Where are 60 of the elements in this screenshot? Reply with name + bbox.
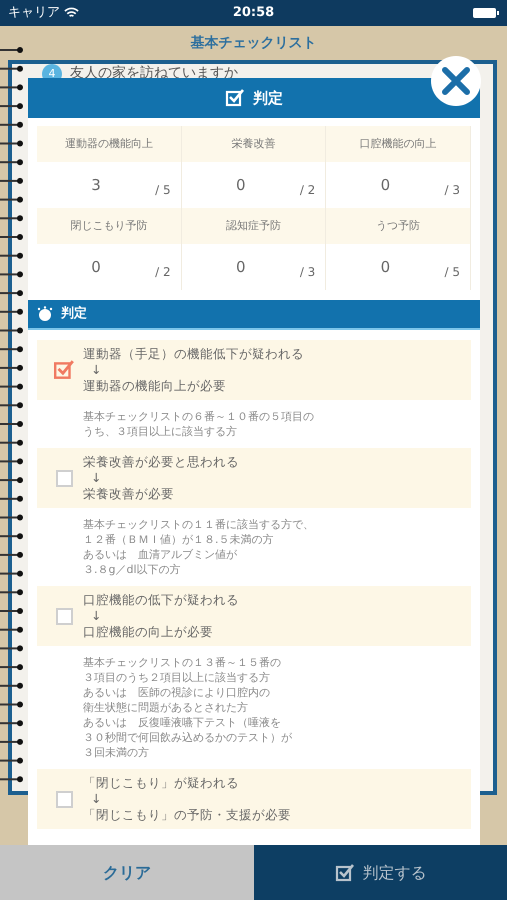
down-arrow: ↓ (90, 608, 102, 624)
score-max: / 3 (444, 182, 461, 199)
score-max: / 5 (155, 182, 172, 199)
criteria-text: うち、３項目以上に該当する方 (83, 424, 237, 439)
criteria-text: 衛生状態に問題があるとされた方 (83, 700, 248, 715)
checkbox-checked[interactable] (53, 359, 75, 381)
battery-icon (473, 7, 500, 19)
criteria-text: 基本チェックリストの６番～１０番の５項目の (83, 409, 314, 424)
criteria-text: ３項目のうち２項目以上に該当する方 (83, 670, 270, 685)
finding-text: 運動器（手足）の機能低下が疑われる (83, 346, 304, 362)
need-text: 口腔機能の向上が必要 (83, 624, 214, 640)
criteria-text: あるいは 反復唾液嚥下テスト（唾液を (83, 715, 281, 730)
checkmark-icon (334, 862, 354, 882)
checkbox[interactable] (56, 608, 72, 624)
score-max: / 3 (300, 264, 316, 281)
criteria-text: あるいは 医師の視診により口腔内の (83, 685, 270, 700)
score-value: 0 (90, 256, 102, 278)
alarm-clock-icon (37, 306, 53, 322)
carrier-text: キャリア (8, 4, 60, 22)
down-arrow: ↓ (90, 791, 102, 807)
score-value: 0 (234, 174, 247, 196)
down-arrow: ↓ (90, 362, 102, 378)
checkbox[interactable] (56, 470, 72, 486)
finding-text: 口腔機能の低下が疑われる (83, 592, 239, 608)
criteria-text: ３.８g／dl以下の方 (83, 562, 181, 577)
clock-text: 20:58 (232, 4, 274, 22)
score-value: 0 (380, 256, 392, 278)
score-label: 口腔機能の向上 (360, 136, 437, 152)
criteria-text: １２番（ＢＭＩ値）が１８.５未満の方 (83, 532, 274, 547)
score-value: 0 (234, 256, 247, 278)
score-value: 0 (380, 174, 392, 196)
checkbox[interactable] (56, 790, 72, 808)
finding-text: 「閉じこもり」が疑われる (83, 775, 240, 791)
need-text: 栄養改善が必要 (83, 486, 175, 502)
need-text: 運動器の機能向上が必要 (83, 378, 227, 394)
score-max: / 2 (155, 264, 172, 281)
score-max: / 2 (300, 182, 316, 199)
need-text: 「閉じこもり」の予防・支援が必要 (83, 807, 291, 823)
score-label: 栄養改善 (231, 136, 276, 152)
clear-button[interactable]: クリア (0, 845, 254, 900)
section-title: 判定 (61, 304, 87, 324)
dialog-title: 判定 (253, 88, 283, 109)
score-label: 閉じこもり予防 (70, 218, 148, 234)
finding-text: 栄養改善が必要と思われる (83, 454, 239, 470)
score-value: 3 (90, 174, 102, 196)
down-arrow: ↓ (90, 470, 102, 486)
checkmark-icon (225, 88, 245, 108)
score-label: うつ予防 (376, 218, 420, 234)
criteria-text: 基本チェックリストの１１番に該当する方で、 (83, 517, 314, 532)
criteria-text: ３０秒間で何回飲み込めるかのテスト）が (83, 730, 292, 745)
wifi-icon (64, 7, 79, 19)
criteria-text: ３回未満の方 (83, 745, 149, 760)
score-label: 運動器の機能向上 (64, 136, 153, 152)
close-icon (441, 66, 471, 96)
score-max: / 5 (444, 264, 461, 281)
page-title: 基本チェックリスト (190, 34, 316, 52)
criteria-text: 基本チェックリストの１３番～１５番の (83, 655, 281, 670)
score-label: 認知症予防 (226, 218, 281, 234)
judge-button[interactable]: 判定する (254, 845, 507, 900)
criteria-text: あるいは 血清アルブミン値が (83, 547, 237, 562)
